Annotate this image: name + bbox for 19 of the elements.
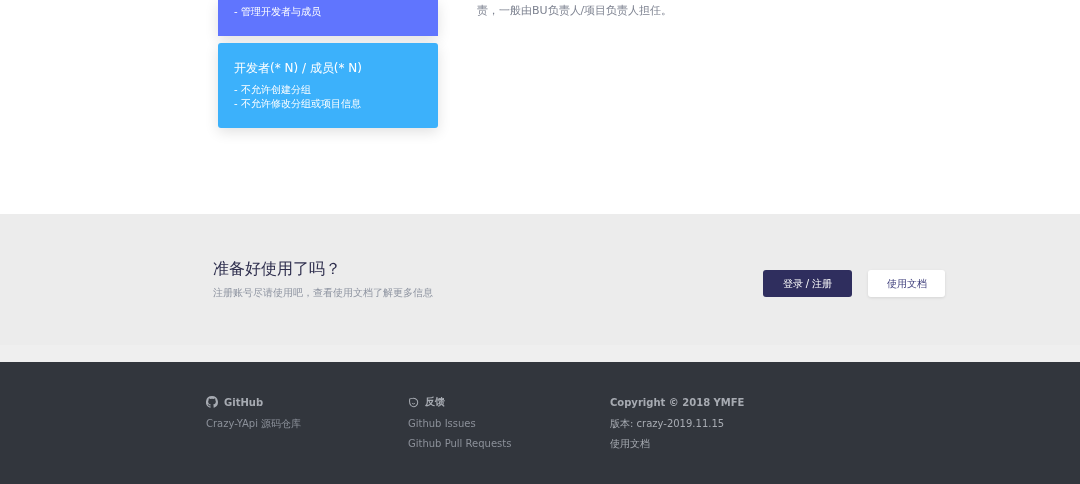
cta-subtitle: 注册账号尽请使用吧，查看使用文档了解更多信息: [213, 286, 433, 300]
role-permission: - 管理开发者与成员: [234, 5, 322, 19]
smile-icon: [408, 396, 419, 408]
footer-link[interactable]: 使用文档: [610, 438, 812, 450]
footer-link[interactable]: Crazy-YApi 源码仓库: [206, 418, 408, 430]
github-icon: [206, 396, 218, 408]
role-permission: - 不允许修改分组或项目信息: [234, 97, 362, 111]
login-button[interactable]: 登录 / 注册: [763, 270, 852, 297]
footer-link[interactable]: Github Pull Requests: [408, 438, 610, 450]
footer-heading: Copyright © 2018 YMFE: [610, 396, 745, 408]
role-permission: - 不允许创建分组: [234, 83, 312, 97]
footer-link[interactable]: Github Issues: [408, 418, 610, 430]
footer-link[interactable]: 版本: crazy-2019.11.15: [610, 418, 812, 430]
footer-heading: GitHub: [224, 396, 264, 408]
footer-heading: 反馈: [425, 395, 445, 409]
role-description: 责，一般由BU负责人/项目负责人担任。: [477, 3, 673, 19]
cta-heading: 准备好使用了吗？: [213, 259, 342, 280]
role-title: 开发者(* N) / 成员(* N): [234, 60, 363, 77]
docs-button[interactable]: 使用文档: [868, 270, 945, 297]
